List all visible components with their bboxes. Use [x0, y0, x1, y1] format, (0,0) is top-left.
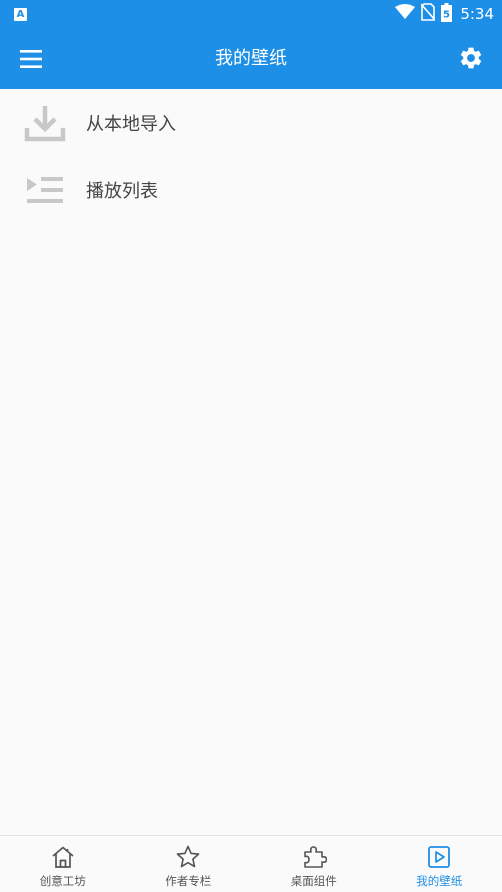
menu-icon — [20, 50, 42, 68]
no-sim-icon — [420, 3, 436, 25]
nav-tab-creative-workshop[interactable]: 创意工坊 — [0, 836, 126, 892]
nav-tab-my-wallpaper[interactable]: 我的壁纸 — [377, 836, 502, 892]
gear-icon — [460, 47, 482, 69]
settings-button[interactable] — [458, 45, 484, 71]
nav-label-creative-workshop: 创意工坊 — [39, 874, 86, 888]
wifi-icon — [395, 4, 416, 24]
import-local-label: 从本地导入 — [86, 113, 176, 135]
app-bar: 我的壁纸 — [0, 28, 502, 89]
nav-label-author-column: 作者专栏 — [165, 874, 212, 888]
star-icon — [176, 845, 200, 868]
list-item-import-local[interactable]: 从本地导入 — [0, 89, 502, 156]
play-box-icon — [428, 846, 451, 868]
page-title: 我的壁纸 — [215, 48, 287, 69]
accessibility-badge-icon: A — [14, 7, 27, 21]
nav-tab-desktop-widgets[interactable]: 桌面组件 — [251, 836, 377, 892]
playlist-icon — [27, 176, 63, 203]
home-icon — [52, 846, 74, 868]
list-item-playlist[interactable]: 播放列表 — [0, 156, 502, 223]
status-bar: A 5 5:34 — [0, 0, 502, 28]
download-icon — [24, 105, 66, 141]
menu-button[interactable] — [18, 46, 44, 72]
battery-icon: 5 — [441, 2, 453, 26]
status-time: 5:34 — [460, 5, 494, 23]
wallpaper-menu-list: 从本地导入 播放列表 — [0, 89, 502, 223]
bottom-navigation: 创意工坊 作者专栏 桌面组件 我的壁纸 — [0, 835, 502, 892]
nav-label-desktop-widgets: 桌面组件 — [290, 874, 337, 888]
playlist-label: 播放列表 — [86, 180, 158, 202]
nav-tab-author-column[interactable]: 作者专栏 — [126, 836, 252, 892]
puzzle-icon — [303, 846, 327, 868]
nav-label-my-wallpaper: 我的壁纸 — [416, 874, 463, 888]
battery-level-text: 5 — [443, 9, 450, 20]
